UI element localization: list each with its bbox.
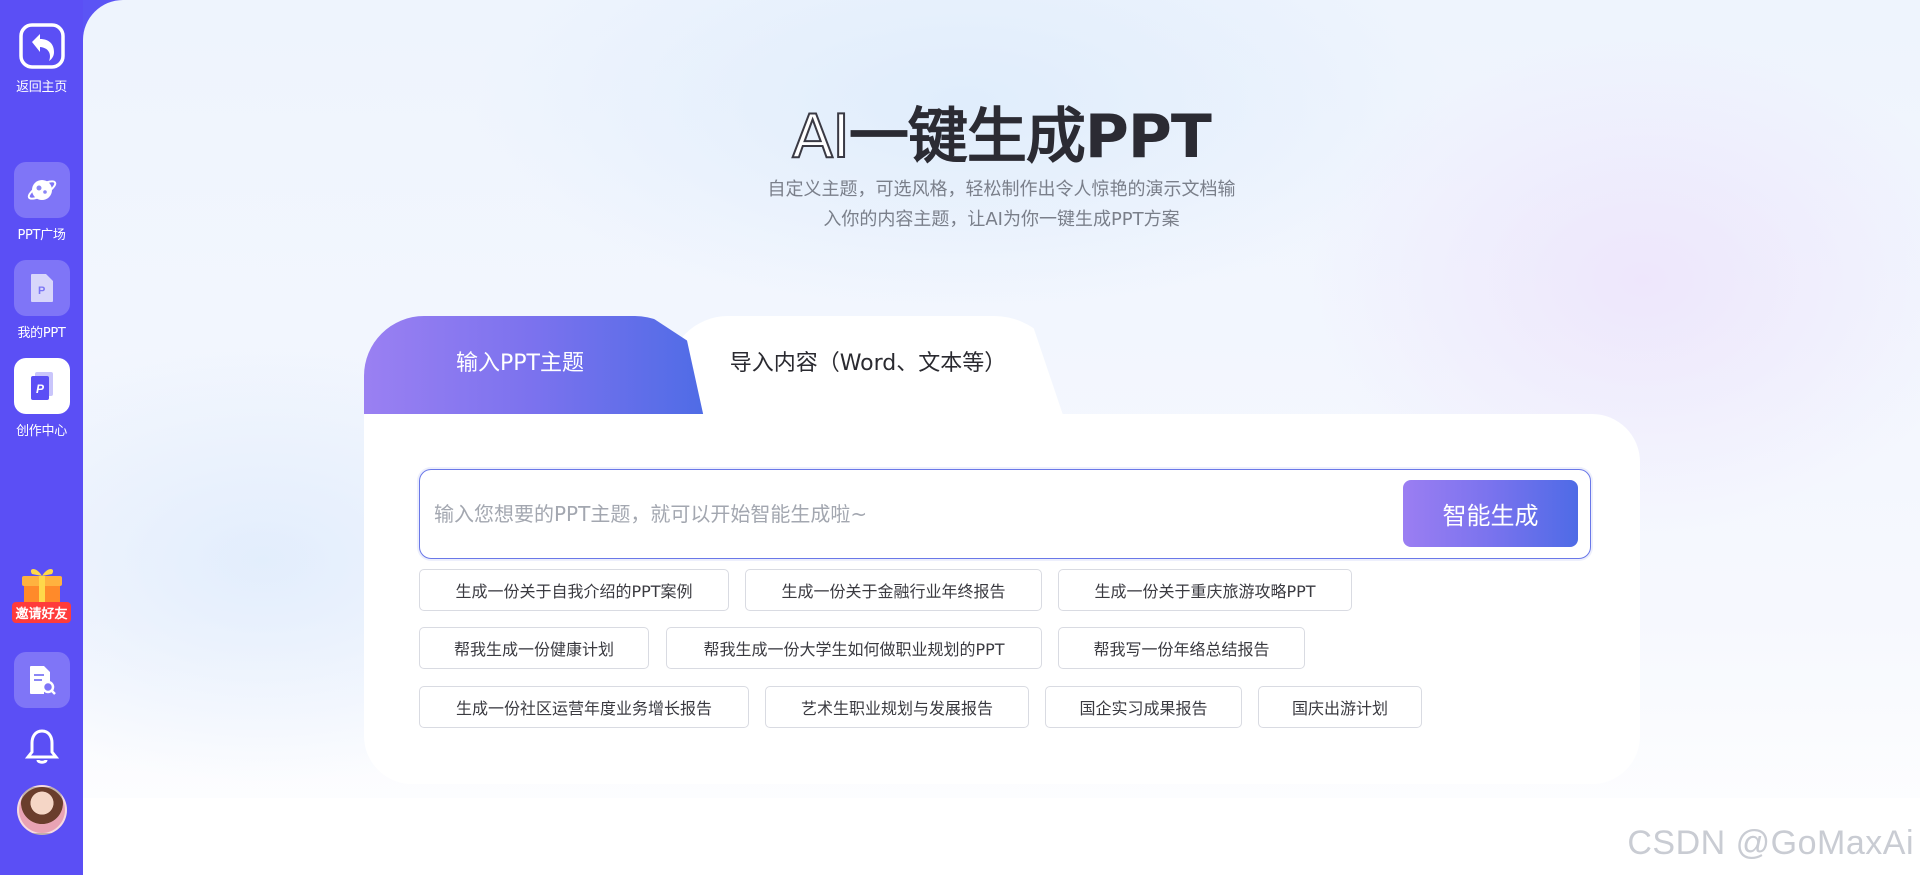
ppt-square-button[interactable]: PPT广场 [0,162,83,243]
my-ppt-button[interactable]: P 我的PPT [0,260,83,341]
watermark: CSDN @GoMaxAi [1627,824,1914,862]
page-title-ai: AI [791,101,851,173]
sidebar: 返回主页 PPT广场 P 我的PPT P 创作中心 邀请好友 [0,0,83,875]
svg-text:P: P [38,285,45,297]
page-title: AI一键生成PPT [83,88,1920,175]
ppt-square-tile [13,162,70,218]
document-search-tile [13,652,70,708]
topic-input-box: 智能生成 [419,469,1591,559]
user-avatar-button[interactable] [0,785,83,835]
page-subtitle-line1: 自定义主题，可选风格，轻松制作出令人惊艳的演示文档输 [767,179,1236,200]
page-subtitle-line2: 入你的内容主题，让AI为你一键生成PPT方案 [823,209,1180,230]
suggestion-chip[interactable]: 生成一份社区运营年度业务增长报告 [419,686,749,728]
tab-import-content[interactable]: 导入内容（Word、文本等） [668,316,1064,418]
my-ppt-tile: P [13,260,70,316]
topic-input[interactable] [434,492,1384,536]
ppt-file-icon: P [30,274,53,302]
creation-center-label: 创作中心 [16,424,67,439]
main-content: AI一键生成PPT 自定义主题，可选风格，轻松制作出令人惊艳的演示文档输 入你的… [83,0,1920,875]
planet-icon [27,180,56,200]
my-ppt-label: 我的PPT [17,326,66,341]
tab-import-content-label: 导入内容（Word、文本等） [729,351,1007,376]
suggestion-chip[interactable]: 生成一份关于自我介绍的PPT案例 [419,569,729,611]
bell-icon [24,729,59,764]
suggestion-chip[interactable]: 生成一份关于金融行业年终报告 [745,569,1042,611]
suggestion-chip[interactable]: 帮我写一份年络总结报告 [1058,627,1305,669]
suggestion-chip[interactable]: 艺术生职业规划与发展报告 [765,686,1029,728]
suggestion-chip[interactable]: 国企实习成果报告 [1045,686,1242,728]
generate-button[interactable]: 智能生成 [1403,480,1578,547]
invite-friends-button[interactable]: 邀请好友 [0,564,83,623]
back-home-button[interactable]: 返回主页 [0,22,83,95]
document-search-button[interactable] [0,652,83,708]
ppt-square-label: PPT广场 [17,228,66,243]
invite-friends-label: 邀请好友 [12,602,71,623]
suggestion-chip[interactable]: 帮我生成一份健康计划 [419,627,649,669]
ppt-create-icon: P [30,372,53,400]
tab-input-topic-label: 输入PPT主题 [456,351,584,376]
document-search-icon [29,666,56,695]
creation-center-tile: P [13,358,70,414]
suggestion-chip[interactable]: 帮我生成一份大学生如何做职业规划的PPT [666,627,1042,669]
back-arrow-icon [18,23,65,69]
tab-input-topic[interactable]: 输入PPT主题 [364,316,704,418]
page-title-rest: 一键生成PPT [848,102,1212,172]
svg-text:P: P [36,382,45,396]
avatar [16,785,67,835]
notification-button[interactable] [0,727,83,765]
back-home-label: 返回主页 [16,80,67,95]
creation-center-button[interactable]: P 创作中心 [0,358,83,439]
suggestion-chip[interactable]: 国庆出游计划 [1258,686,1422,728]
suggestion-chip[interactable]: 生成一份关于重庆旅游攻略PPT [1058,569,1352,611]
